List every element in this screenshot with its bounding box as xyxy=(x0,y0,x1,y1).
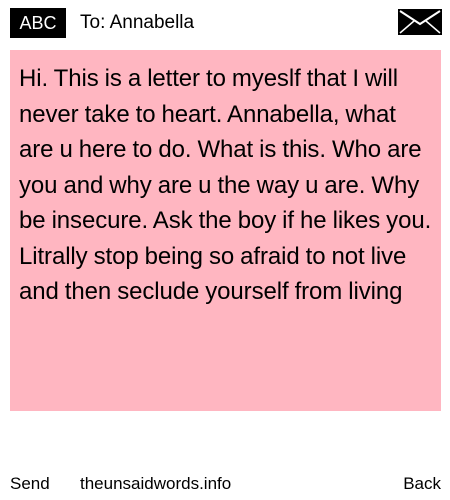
site-link[interactable]: theunsaidwords.info xyxy=(80,470,231,498)
input-mode-badge[interactable]: ABC xyxy=(10,8,66,38)
message-header: ABC To: Annabella xyxy=(0,0,450,44)
message-body-text[interactable]: Hi. This is a letter to myeslf that I wi… xyxy=(19,61,433,310)
send-button[interactable]: Send xyxy=(10,470,50,498)
message-body-area[interactable]: Hi. This is a letter to myeslf that I wi… xyxy=(10,50,441,411)
softkey-bar: Send theunsaidwords.info Back xyxy=(0,470,450,498)
back-button[interactable]: Back xyxy=(403,470,441,498)
envelope-icon xyxy=(398,9,442,35)
recipient-label: To: Annabella xyxy=(80,12,195,33)
